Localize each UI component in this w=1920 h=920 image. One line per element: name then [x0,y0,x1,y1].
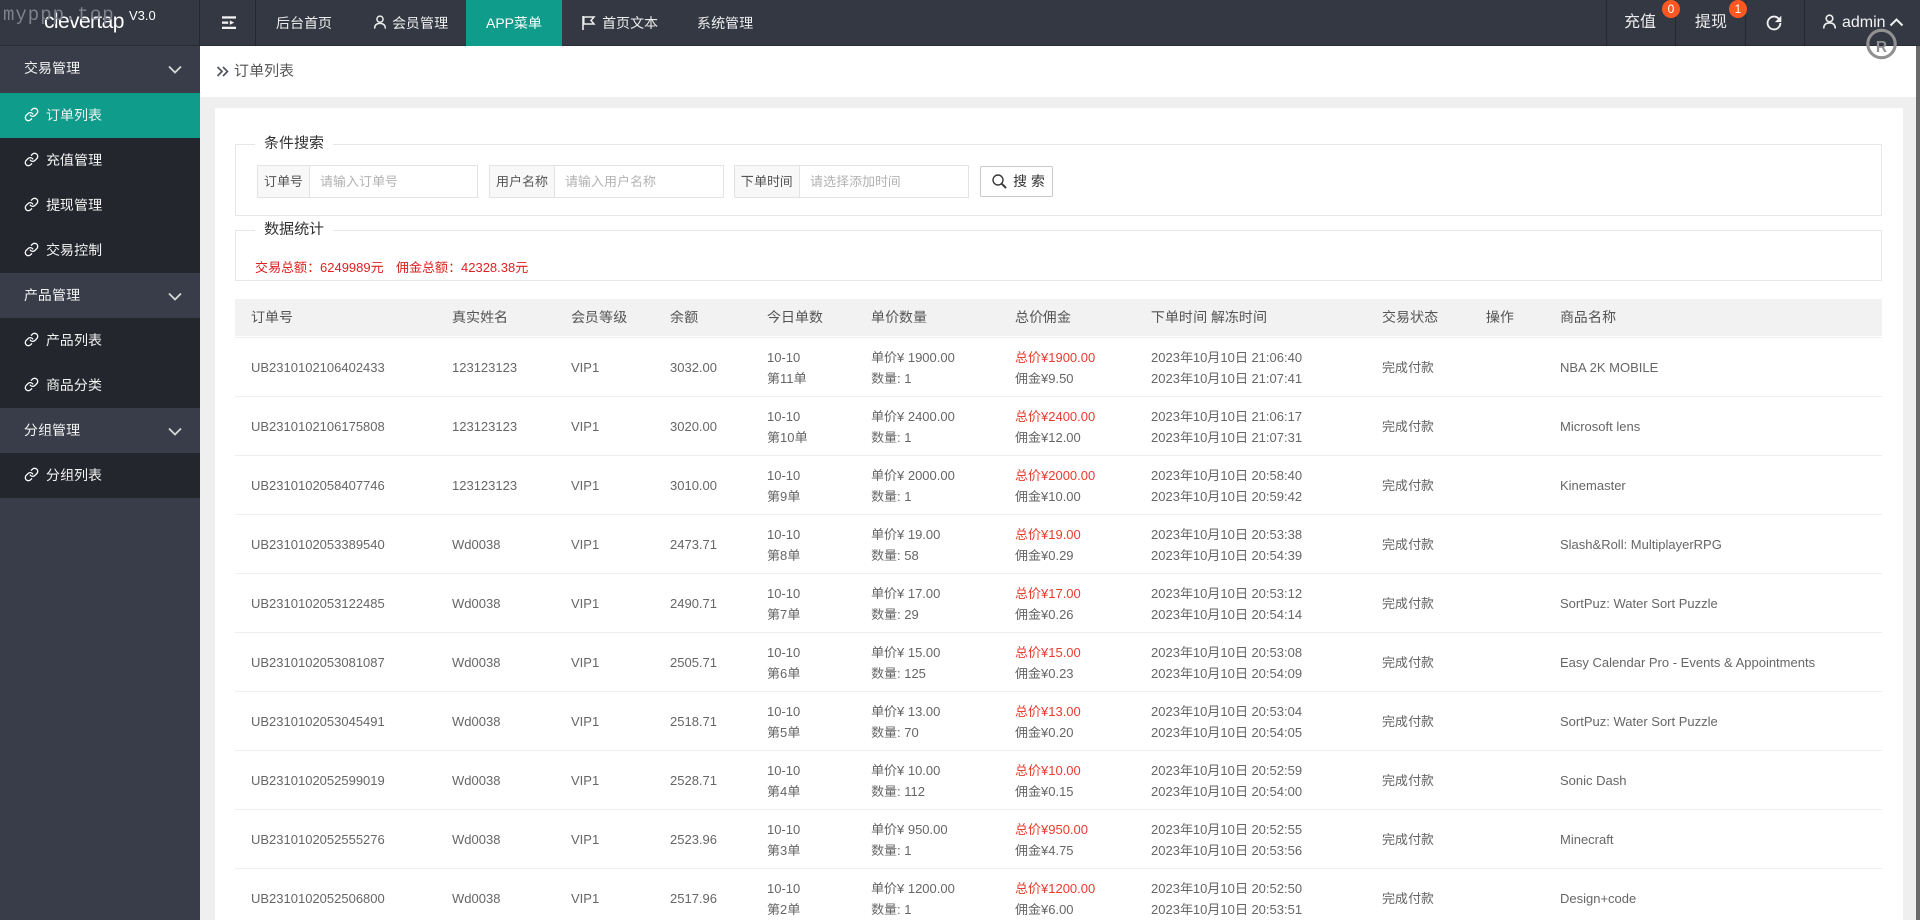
svg-text:R: R [1876,39,1887,56]
